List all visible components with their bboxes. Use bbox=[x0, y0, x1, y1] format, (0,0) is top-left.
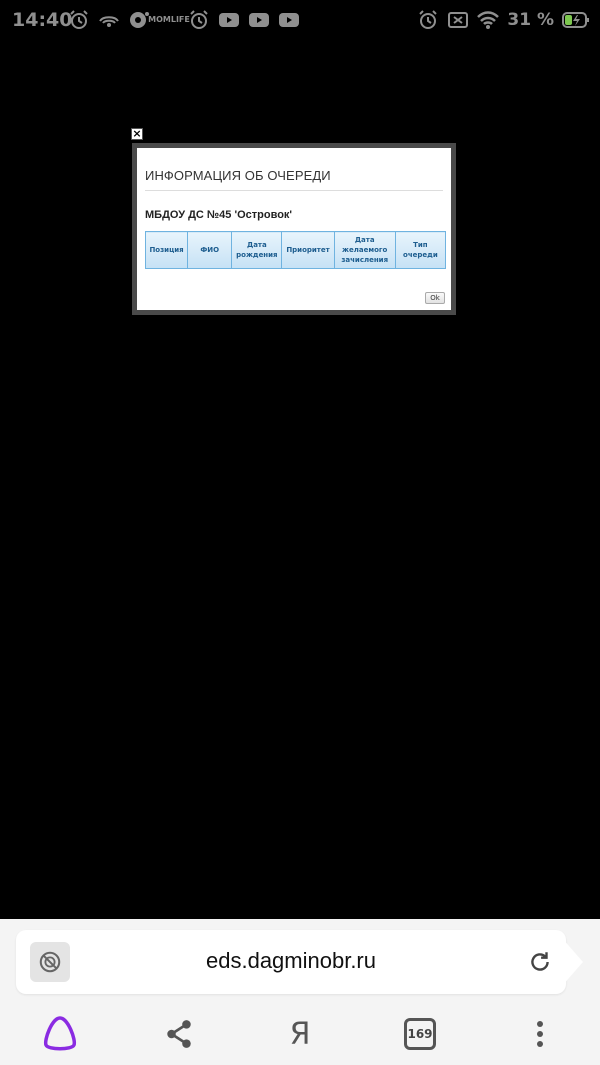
clock-time: 14:40 bbox=[12, 9, 73, 31]
battery-charging-icon bbox=[562, 9, 590, 31]
queue-info-dialog: ИНФОРМАЦИЯ ОБ ОЧЕРЕДИ МБДОУ ДС №45 'Остр… bbox=[132, 143, 456, 315]
queue-table: Позиция ФИО Дата рождения Приоритет Дата… bbox=[144, 231, 447, 269]
notification-icons: MOM LIFE bbox=[68, 9, 300, 31]
address-bar-arrow bbox=[555, 930, 583, 994]
mom-label: MOM bbox=[148, 15, 171, 24]
eye-wifi-icon bbox=[98, 9, 120, 31]
tabs-count: 169 bbox=[404, 1018, 436, 1050]
yandex-button[interactable]: Я bbox=[278, 1012, 322, 1056]
wifi-icon bbox=[477, 9, 500, 31]
queue-table-header-row: Позиция ФИО Дата рождения Приоритет Дата… bbox=[144, 231, 447, 269]
tabs-button[interactable]: 169 bbox=[398, 1012, 442, 1056]
mom-life-app-icon: MOM LIFE bbox=[148, 9, 190, 31]
alarm-icon bbox=[188, 9, 210, 31]
address-bar[interactable]: eds.dagminobr.ru bbox=[16, 930, 566, 994]
popup-close-button[interactable]: × bbox=[131, 128, 143, 140]
dialog-divider bbox=[145, 190, 443, 191]
more-menu-icon[interactable] bbox=[518, 1012, 562, 1056]
kindergarten-name: МБДОУ ДС №45 'Островок' bbox=[145, 209, 293, 221]
column-header-name: ФИО bbox=[187, 231, 233, 269]
browser-navigation: Я 169 bbox=[0, 1004, 600, 1062]
column-header-position: Позиция bbox=[144, 231, 189, 269]
share-icon[interactable] bbox=[157, 1012, 201, 1056]
alarm-icon bbox=[417, 9, 439, 31]
alice-assistant-icon[interactable] bbox=[38, 1012, 82, 1056]
ok-button[interactable]: Ok bbox=[425, 292, 445, 304]
url-text[interactable]: eds.dagminobr.ru bbox=[16, 948, 566, 974]
battery-percent: 31 % bbox=[507, 10, 554, 30]
youtube-icon bbox=[248, 9, 270, 31]
record-icon bbox=[128, 9, 150, 31]
youtube-icon bbox=[278, 9, 300, 31]
column-header-priority: Приоритет bbox=[281, 231, 335, 269]
youtube-icon bbox=[218, 9, 240, 31]
alarm-icon bbox=[68, 9, 90, 31]
status-bar: 14:40 MOM LIFE 31 % bbox=[0, 0, 600, 42]
reload-icon[interactable] bbox=[522, 944, 558, 980]
sim-blocked-icon bbox=[447, 9, 469, 31]
system-icons: 31 % bbox=[417, 9, 590, 31]
column-header-desired-enrollment-date: Дата желаемого зачисления bbox=[333, 231, 396, 269]
dialog-title: ИНФОРМАЦИЯ ОБ ОЧЕРЕДИ bbox=[145, 168, 331, 183]
column-header-birth-date: Дата рождения bbox=[231, 231, 283, 269]
column-header-queue-type: Тип очереди bbox=[394, 231, 447, 269]
browser-bottom-bar: eds.dagminobr.ru Я 169 bbox=[0, 919, 600, 1065]
